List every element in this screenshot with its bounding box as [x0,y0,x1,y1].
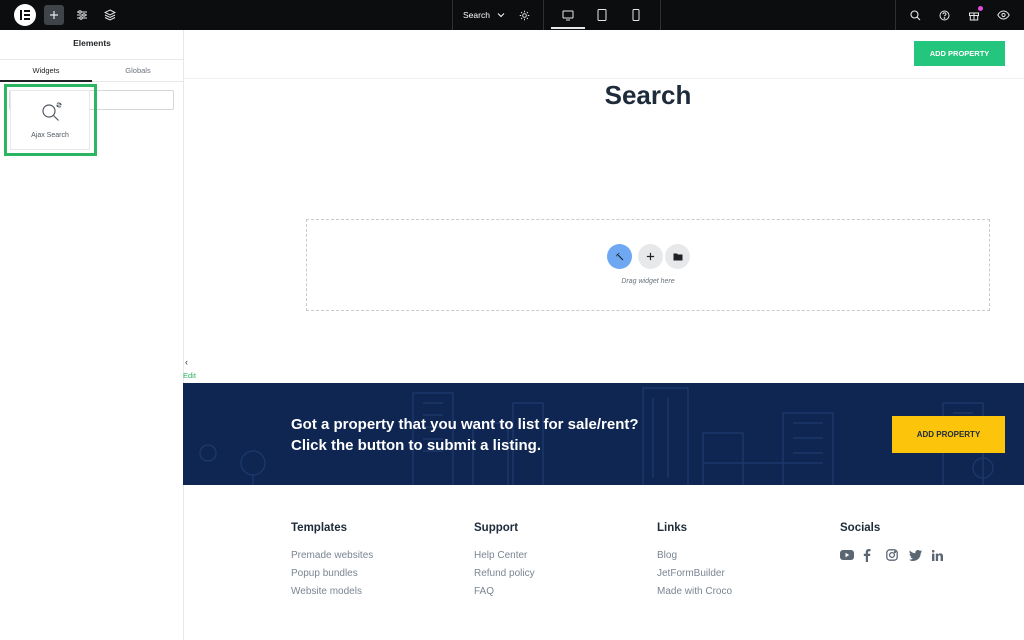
cta-message: Got a property that you want to list for… [291,414,639,456]
footer-link[interactable]: Blog [657,547,732,565]
youtube-icon[interactable] [840,547,863,563]
edit-link[interactable]: Edit [183,371,196,380]
social-icons [840,547,955,563]
footer-link[interactable]: Popup bundles [291,565,373,583]
page-title: Search [604,80,692,110]
widget-ajax-search[interactable]: Ajax Search [10,90,90,150]
add-property-cta-button[interactable]: ADD PROPERTY [892,416,1005,453]
search-icon[interactable] [905,5,925,25]
twitter-icon[interactable] [909,547,932,563]
gear-icon[interactable] [519,10,530,21]
add-section-plus-icon[interactable] [638,244,663,269]
tab-widgets[interactable]: Widgets [0,60,92,82]
ai-magic-icon[interactable] [607,244,632,269]
instagram-icon[interactable] [886,547,909,563]
preview-eye-icon[interactable] [993,5,1013,25]
site-settings-icon[interactable] [72,5,92,25]
footer-link[interactable]: Made with Croco [657,583,732,601]
footer-link[interactable]: Website models [291,583,373,601]
footer-column-links: Links Blog JetFormBuilder Made with Croc… [657,522,732,601]
structure-layers-icon[interactable] [100,5,120,25]
dropzone-hint: Drag widget here [621,278,675,285]
footer-column-support: Support Help Center Refund policy FAQ [474,522,535,601]
cta-banner: Got a property that you want to list for… [183,383,1024,485]
template-library-folder-icon[interactable] [665,244,690,269]
mobile-view-icon[interactable] [626,5,646,25]
elementor-logo-icon[interactable] [14,4,36,26]
collapse-panel-arrow-icon[interactable]: ‹ [185,357,188,367]
footer-link[interactable]: Premade websites [291,547,373,565]
footer-column-templates: Templates Premade websites Popup bundles… [291,522,373,601]
add-property-header-button[interactable]: ADD PROPERTY [914,41,1005,66]
footer-heading: Templates [291,522,348,534]
footer-heading: Support [474,522,519,534]
footer-link[interactable]: JetFormBuilder [657,565,732,583]
chevron-down-icon[interactable] [497,11,505,19]
tablet-view-icon[interactable] [592,5,612,25]
desktop-view-icon[interactable] [558,5,578,25]
footer-heading: Socials [840,522,881,534]
add-element-icon[interactable] [44,5,64,25]
site-header [184,30,1024,79]
empty-section-dropzone[interactable]: Drag widget here [306,219,990,311]
panel-title: Elements [73,38,111,48]
footer-link[interactable]: FAQ [474,583,535,601]
tab-globals[interactable]: Globals [92,60,184,82]
editor-topbar: Search [0,0,1024,30]
footer-link[interactable]: Refund policy [474,565,535,583]
footer-heading: Links [657,522,688,534]
footer-link[interactable]: Help Center [474,547,535,565]
facebook-icon[interactable] [863,547,886,563]
cta-line-1: Got a property that you want to list for… [291,416,639,433]
page-settings-group: Search [452,0,530,30]
cta-line-2: Click the button to submit a listing. [291,437,541,454]
whats-new-gift-icon[interactable] [964,5,984,25]
ajax-search-icon [40,100,64,129]
linkedin-icon[interactable] [932,547,955,563]
help-icon[interactable] [934,5,954,25]
footer-column-socials: Socials [840,522,955,563]
panel-tabs: Widgets Globals [0,59,184,82]
document-title[interactable]: Search [463,10,490,20]
widget-label: Ajax Search [31,132,69,139]
